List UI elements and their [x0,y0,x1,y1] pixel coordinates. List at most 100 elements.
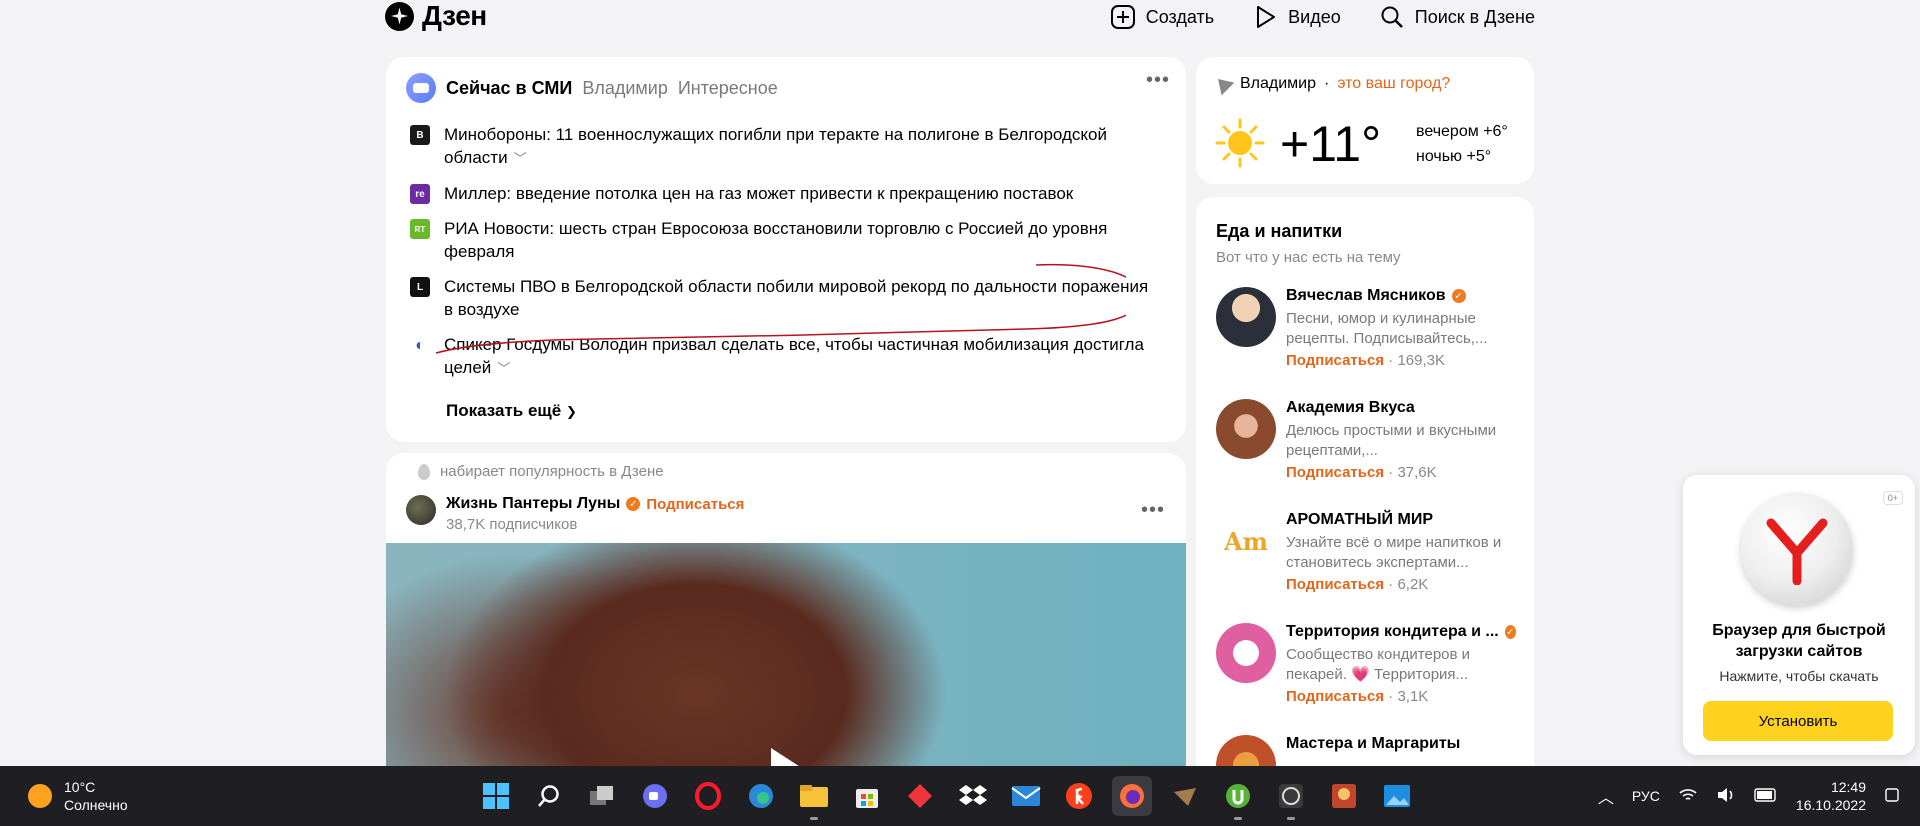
section-subtitle: Вот что у нас есть на тему [1216,249,1401,266]
news-text: Миллер: введение потолка цен на газ може… [444,184,1074,203]
taskbar-weather[interactable]: 10°C Солнечно [28,778,128,814]
chevron-down-icon[interactable]: ﹀ [514,151,527,166]
utorrent-icon[interactable] [1218,776,1258,820]
taskbar-temp: 10°C [64,779,96,795]
channel-name-row: Территория кондитера и ... ✓ [1286,623,1516,641]
news-headline[interactable]: Минобороны: 11 военнослужащих погибли пр… [444,123,1150,170]
news-icon [406,73,436,103]
aromatny-mir-logo[interactable]: Am [1216,511,1276,571]
video-label: Видео [1288,6,1341,27]
video-button[interactable]: Видео [1252,4,1341,30]
trend-text: набирает популярность в Дзене [440,463,664,480]
weather-card: Владимир · это ваш город? +11° вечером +… [1196,57,1534,184]
mail-icon[interactable] [1006,776,1046,816]
channel-description: Узнайте всё о мире напитков и становитес… [1286,534,1502,571]
chat-icon[interactable] [635,776,675,816]
plus-square-icon [1110,5,1135,29]
channel-name-row: Вячеслав Мясников ✓ [1286,287,1516,305]
verified-icon: ✓ [1451,289,1466,303]
author-name[interactable]: Жизнь Пантеры Луны [446,495,620,513]
more-options-icon[interactable]: ••• [1141,499,1165,522]
photos-icon[interactable] [1377,776,1417,816]
separator-dot: · [1324,75,1330,92]
language-indicator[interactable]: РУС [1632,788,1660,804]
app-game-icon[interactable] [1165,776,1205,816]
channel-item[interactable]: Академия Вкуса Делюсь простыми и вкусным… [1216,399,1516,499]
avatar[interactable] [1216,399,1276,459]
search-button[interactable]: Поиск в Дзене [1379,4,1535,30]
firefox-icon[interactable] [1112,776,1152,816]
more-options-icon[interactable]: ••• [1146,69,1170,92]
source-icon: B [410,125,430,145]
yandex-browser-promo[interactable]: 0+ Браузер для быстрой загрузки сайтов Н… [1683,475,1915,755]
speaker-icon[interactable] [1716,787,1736,806]
steam-icon[interactable] [1271,776,1311,820]
promo-title: Браузер для быстрой загрузки сайтов [1712,622,1886,660]
change-city-link[interactable]: это ваш город? [1337,75,1450,93]
tab-interesting[interactable]: Интересное [678,78,778,99]
clock[interactable]: 12:49 16.10.2022 [1796,778,1866,814]
battery-icon[interactable] [1754,787,1778,805]
search-icon [1381,6,1403,28]
tab-vladimir[interactable]: Владимир [582,78,668,99]
channel-item[interactable]: Am АРОМАТНЫЙ МИР Узнайте всё о мире напи… [1216,511,1516,611]
avatar[interactable] [406,495,436,525]
wifi-icon[interactable] [1678,787,1698,806]
news-title[interactable]: Сейчас в СМИ [446,78,572,99]
promo-subtitle: Нажмите, чтобы скачать [1719,668,1879,684]
top-header: Дзен Создать Видео Поиск в Дзене [385,0,1535,36]
channel-item[interactable]: Вячеслав Мясников ✓ Песни, юмор и кулинар… [1216,287,1516,387]
subscribe-button[interactable]: Подписаться [1286,352,1384,369]
install-button[interactable]: Установить [1703,701,1893,741]
subscribe-button[interactable]: Подписаться [1286,688,1384,705]
subscribe-button[interactable]: Подписаться [1286,464,1384,481]
logo-text: Дзен [422,0,487,31]
opera-icon[interactable] [688,776,728,816]
subscribe-button[interactable]: Подписаться [1286,576,1384,593]
avatar[interactable] [1216,287,1276,347]
notification-icon[interactable] [1884,787,1900,806]
chevron-up-icon[interactable]: ︿ [1598,784,1614,808]
taskbar-condition: Солнечно [64,797,128,813]
yandex-icon[interactable] [1059,776,1099,816]
create-button[interactable]: Создать [1110,4,1214,30]
channel-name-row: Академия Вкуса [1286,399,1516,417]
channel-meta: Подписаться · 3,1K [1286,688,1516,705]
start-icon[interactable] [476,776,516,816]
subscribe-button[interactable]: Подписаться [646,496,744,513]
author-row: Жизнь Пантеры Луны ✓ Подписаться [446,495,744,513]
channel-name-row: Мастера и Маргариты [1286,735,1516,753]
dropbox-icon[interactable] [953,776,993,816]
channel-name[interactable]: Академия Вкуса [1286,399,1415,417]
location-arrow-icon [1211,72,1235,96]
dzen-logo[interactable]: Дзен [385,0,487,32]
avatar[interactable] [1216,623,1276,683]
store-icon[interactable] [847,776,887,816]
verified-icon: ✓ [626,497,641,511]
channel-item[interactable]: Территория кондитера и ... ✓ Сообщество к… [1216,623,1516,723]
channel-name[interactable]: Территория кондитера и ... [1286,623,1499,641]
edge-icon[interactable] [741,776,781,816]
search-label: Поиск в Дзене [1414,6,1535,27]
news-item[interactable]: B Минобороны: 11 военнослужащих погибли … [410,123,1150,170]
channel-name[interactable]: Мастера и Маргариты [1286,735,1460,753]
show-more-button[interactable]: Показать ещё ❯ [446,401,577,421]
news-headline[interactable]: Миллер: введение потолка цен на газ може… [444,182,1073,205]
subscriber-count: 37,6K [1397,464,1437,481]
file-explorer-icon[interactable] [794,776,834,820]
news-item[interactable]: re Миллер: введение потолка цен на газ м… [410,182,1150,205]
search-icon[interactable] [529,776,569,816]
verified-icon: ✓ [1504,625,1516,639]
news-text: РИА Новости: шесть стран Евросоюза восст… [444,219,1108,261]
task-view-icon[interactable] [582,776,622,816]
food-channels-card: Еда и напитки Вот что у нас есть на тему… [1196,197,1534,826]
source-icon: RT [410,219,430,239]
game-app-icon[interactable] [1324,776,1364,816]
age-rating-badge: 0+ [1882,491,1903,505]
trending-label: набирает популярность в Дзене [418,463,664,480]
system-tray: ︿ РУС 12:49 16.10.2022 [1598,766,1900,826]
channel-name[interactable]: АРОМАТНЫЙ МИР [1286,511,1433,529]
channel-description: Делюсь простыми и вкусными рецептами,... [1286,422,1497,459]
app-diamond-icon[interactable] [900,776,940,816]
channel-name[interactable]: Вячеслав Мясников [1286,287,1446,305]
